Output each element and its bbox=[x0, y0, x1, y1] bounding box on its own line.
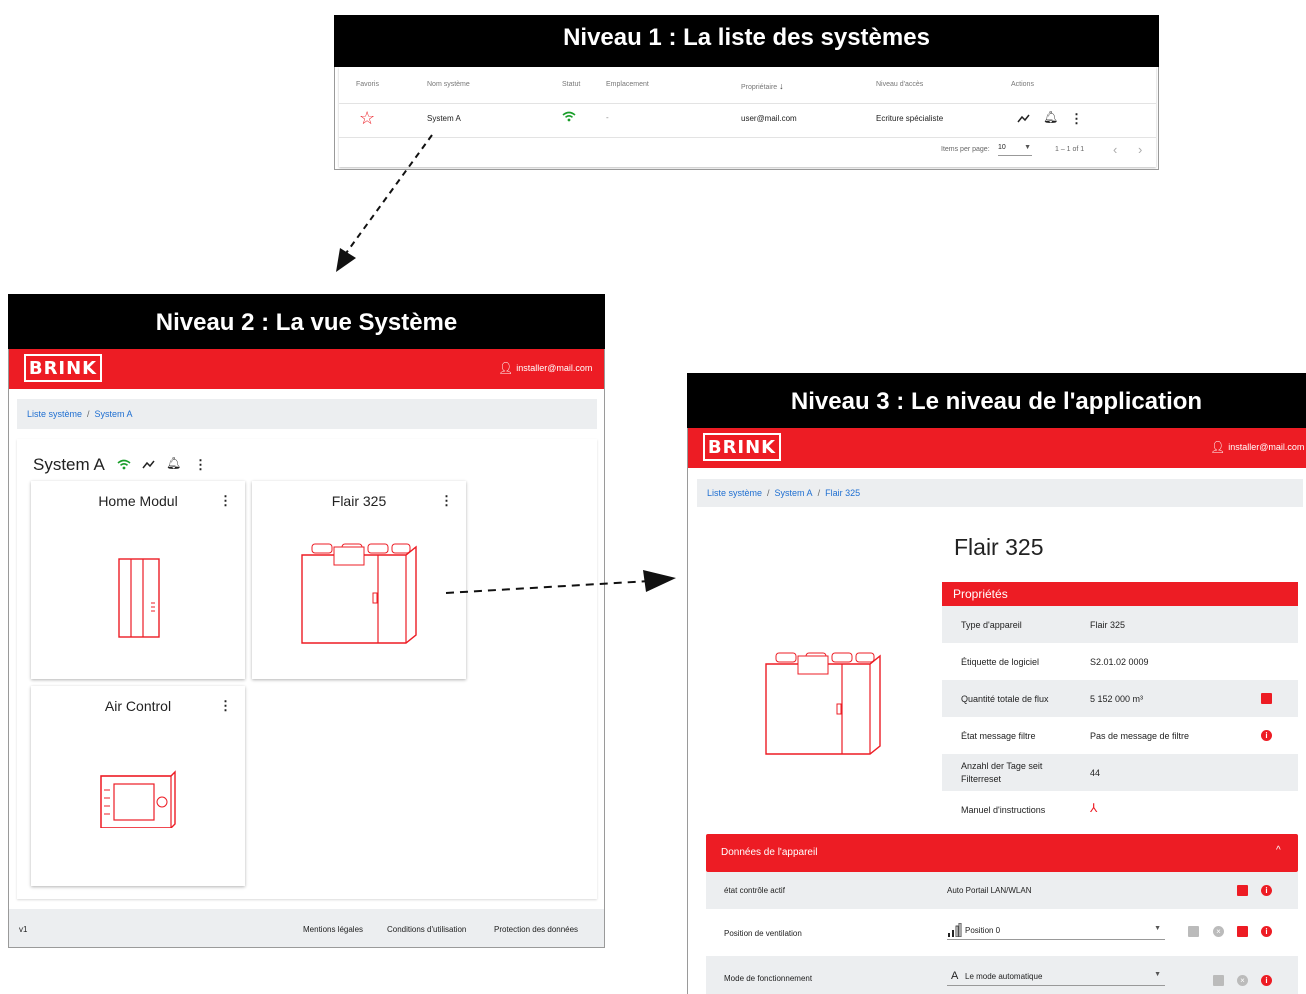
level2-header: BRINK 👤︎ installer@mail.com bbox=[9, 349, 604, 389]
card-menu-icon[interactable]: ⋮ bbox=[440, 494, 453, 507]
wifi-icon bbox=[562, 111, 576, 122]
location-cell: - bbox=[606, 113, 609, 122]
device-title: Flair 325 bbox=[954, 534, 1044, 560]
user-menu[interactable]: 👤︎ installer@mail.com bbox=[498, 361, 592, 375]
breadcrumb: Liste système / System A bbox=[17, 399, 597, 429]
card-title: Home Modul bbox=[98, 493, 178, 509]
operating-mode-select[interactable]: A Le mode automatique ▼ bbox=[947, 968, 1165, 986]
owner-cell: user@mail.com bbox=[741, 114, 797, 123]
cancel-icon[interactable]: × bbox=[1237, 975, 1248, 986]
chevron-down-icon: ▼ bbox=[1154, 925, 1161, 932]
device-card-air-control[interactable]: Air Control ⋮ bbox=[31, 686, 245, 886]
brink-logo[interactable]: BRINK bbox=[703, 433, 781, 461]
chevron-up-icon: ^ bbox=[1276, 845, 1281, 856]
footer-link-legal[interactable]: Mentions légales bbox=[303, 925, 363, 934]
flair-device-image bbox=[765, 652, 881, 755]
favorite-star-icon[interactable]: ☆ bbox=[359, 108, 375, 129]
trend-icon[interactable] bbox=[142, 460, 155, 469]
breadcrumb-system-a[interactable]: System A bbox=[775, 488, 813, 498]
next-page-icon[interactable]: › bbox=[1138, 142, 1142, 157]
arrow-level1-to-level2 bbox=[336, 134, 433, 272]
header-owner[interactable]: Propriétaire ↓ bbox=[741, 81, 784, 91]
items-per-page-label: Items per page: bbox=[941, 146, 990, 153]
user-icon: 👤︎ bbox=[1210, 440, 1226, 454]
page-range: 1 – 1 of 1 bbox=[1055, 146, 1085, 153]
info-icon[interactable]: i bbox=[1261, 975, 1272, 986]
chevron-down-icon: ▼ bbox=[1024, 144, 1031, 151]
air-control-device-icon bbox=[100, 770, 176, 828]
header-system-name[interactable]: Nom système bbox=[427, 81, 470, 88]
chevron-down-icon: ▼ bbox=[1154, 971, 1161, 978]
prev-page-icon[interactable]: ‹ bbox=[1113, 142, 1117, 157]
bell-icon[interactable]: 🔔︎ bbox=[166, 456, 181, 470]
system-menu-icon[interactable]: ⋮ bbox=[194, 458, 207, 471]
level2-footer: v1 Mentions légales Conditions d'utilisa… bbox=[9, 909, 604, 947]
items-per-page-select[interactable]: 10 ▼ bbox=[998, 144, 1032, 156]
device-data-row-mode: Mode de fonctionnement A Le mode automat… bbox=[706, 956, 1298, 994]
card-title: Air Control bbox=[104, 698, 172, 714]
info-icon[interactable]: i bbox=[1261, 926, 1272, 937]
property-row-software: Étiquette de logiciel S2.01.02 0009 bbox=[961, 656, 1149, 667]
chart-icon[interactable] bbox=[1237, 926, 1248, 937]
chart-icon[interactable] bbox=[1237, 885, 1248, 896]
device-data-row-ventilation: Position de ventilation Position 0 ▼ × i bbox=[706, 909, 1298, 956]
arrow-level2-to-level3 bbox=[445, 570, 676, 594]
bell-icon[interactable]: 🔔︎ bbox=[1043, 110, 1058, 124]
info-icon[interactable]: i bbox=[1261, 730, 1272, 741]
card-menu-icon[interactable]: ⋮ bbox=[219, 494, 232, 507]
cancel-icon[interactable]: × bbox=[1213, 926, 1224, 937]
breadcrumb-system-list[interactable]: Liste système bbox=[707, 488, 762, 498]
breadcrumb: Liste système / System A / Flair 325 bbox=[697, 479, 1303, 507]
info-icon[interactable]: i bbox=[1261, 885, 1272, 896]
chart-icon[interactable] bbox=[1261, 693, 1272, 704]
breadcrumb-flair-325[interactable]: Flair 325 bbox=[825, 488, 860, 498]
header-favorites: Favoris bbox=[356, 81, 379, 88]
user-icon: 👤︎ bbox=[498, 361, 514, 375]
ventilation-position-select[interactable]: Position 0 ▼ bbox=[947, 922, 1165, 940]
header-status[interactable]: Statut bbox=[562, 81, 580, 88]
access-level-cell: Ecriture spécialiste bbox=[876, 114, 944, 123]
card-title: Flair 325 bbox=[331, 493, 387, 509]
auto-mode-icon: A bbox=[951, 970, 959, 982]
save-icon[interactable] bbox=[1188, 926, 1199, 937]
property-row-manual: Manuel d'instructions ⅄ bbox=[961, 801, 1098, 815]
level3-header: BRINK 👤︎ installer@mail.com bbox=[688, 428, 1306, 468]
pdf-icon[interactable]: ⅄ bbox=[1090, 801, 1097, 815]
property-row-days: Anzahl der Tage seit Filterreset 44 bbox=[942, 754, 1298, 791]
save-icon[interactable] bbox=[1213, 975, 1224, 986]
level2-frame: BRINK 👤︎ installer@mail.com Liste systèm… bbox=[8, 349, 605, 948]
level1-frame: Favoris Nom système Statut Emplacement P… bbox=[334, 67, 1159, 170]
level2-title: Niveau 2 : La vue Système bbox=[8, 294, 605, 349]
breadcrumb-system-a[interactable]: System A bbox=[95, 409, 133, 419]
device-card-home-modul[interactable]: Home Modul ⋮ bbox=[31, 481, 245, 679]
wifi-icon bbox=[117, 459, 131, 470]
signal-bars-icon bbox=[948, 923, 962, 937]
properties-header: Propriétés bbox=[942, 582, 1298, 606]
flair-device-icon bbox=[301, 543, 417, 644]
header-access-level[interactable]: Niveau d'accès bbox=[876, 81, 923, 88]
row-menu-icon[interactable]: ⋮ bbox=[1070, 112, 1083, 125]
sort-arrow-icon: ↓ bbox=[779, 81, 784, 91]
device-card-flair-325[interactable]: Flair 325 ⋮ bbox=[252, 481, 466, 679]
home-modul-device-icon bbox=[118, 558, 160, 638]
user-menu[interactable]: 👤︎ installer@mail.com bbox=[1210, 440, 1304, 454]
breadcrumb-system-list[interactable]: Liste système bbox=[27, 409, 82, 419]
system-title: System A bbox=[33, 455, 105, 474]
device-data-row-control: état contrôle actif Auto Portail LAN/WLA… bbox=[706, 872, 1298, 909]
level3-title: Niveau 3 : Le niveau de l'application bbox=[687, 373, 1306, 428]
header-actions: Actions bbox=[1011, 81, 1034, 88]
property-row-filter: État message filtre Pas de message de fil… bbox=[942, 717, 1298, 754]
trend-icon[interactable] bbox=[1017, 114, 1030, 123]
system-name-cell[interactable]: System A bbox=[427, 114, 461, 123]
property-row-flow: Quantité totale de flux 5 152 000 m³ bbox=[942, 680, 1298, 717]
version-label: v1 bbox=[19, 925, 28, 934]
footer-link-terms[interactable]: Conditions d'utilisation bbox=[387, 925, 466, 934]
brink-logo[interactable]: BRINK bbox=[24, 354, 102, 382]
card-menu-icon[interactable]: ⋮ bbox=[219, 699, 232, 712]
device-data-header[interactable]: Données de l'appareil ^ bbox=[706, 834, 1298, 872]
footer-link-privacy[interactable]: Protection des données bbox=[494, 925, 578, 934]
header-location[interactable]: Emplacement bbox=[606, 81, 649, 88]
property-row-type: Type d'appareil Flair 325 bbox=[942, 606, 1298, 643]
level1-title: Niveau 1 : La liste des systèmes bbox=[334, 15, 1159, 67]
